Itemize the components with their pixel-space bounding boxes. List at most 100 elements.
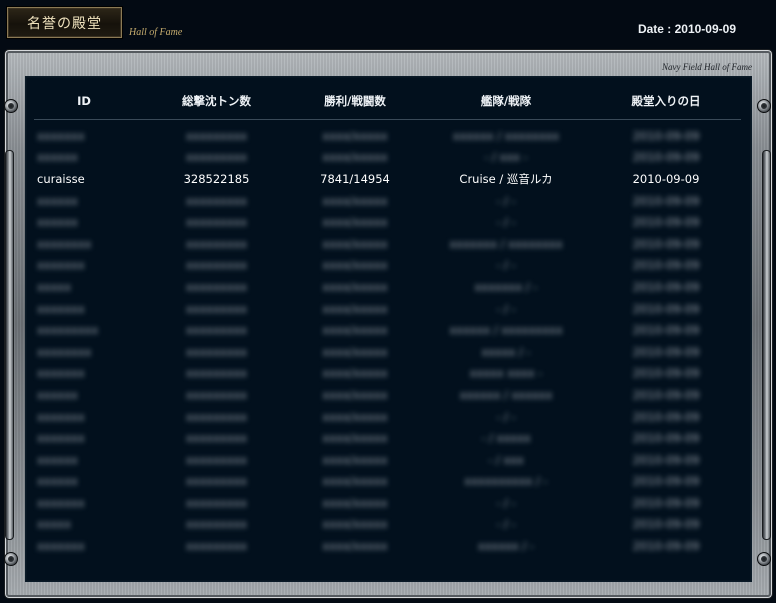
cell-id: xxxxxxx bbox=[37, 495, 85, 510]
cell-id: xxxxxxx bbox=[37, 301, 85, 316]
cell-wins: 7841/14954 bbox=[320, 171, 390, 186]
cell-fleet: xxxxx / - bbox=[481, 344, 531, 359]
column-header-date: 殿堂入りの日 bbox=[631, 94, 701, 108]
cell-tons: xxxxxxxxx bbox=[185, 323, 248, 338]
table-row: xxxxxx xxxxxxxxx xxxx/xxxxx - / -2010-09-09 bbox=[34, 211, 741, 233]
cell-wins: xxxx/xxxxx bbox=[322, 366, 388, 381]
cell-date: 2010-09-09 bbox=[632, 366, 700, 381]
table-row: xxxxxxx xxxxxxxxx xxxx/xxxxx - / -2010-09-0… bbox=[34, 298, 741, 320]
cell-fleet: xxxxxx / - bbox=[477, 539, 535, 554]
cell-wins: xxxx/xxxxx bbox=[322, 431, 388, 446]
cell-tons: xxxxxxxxx bbox=[185, 236, 248, 251]
cell-fleet: xxxxxx / xxxxxx bbox=[459, 387, 553, 402]
bolt-icon bbox=[757, 99, 771, 113]
cell-id: xxxxxxxxx bbox=[37, 323, 99, 338]
header-divider bbox=[34, 119, 741, 120]
table-row: xxxxxx xxxxxxxxx xxxx/xxxxx xxxxxx / xxxxxx… bbox=[34, 384, 741, 406]
cell-date: 2010-09-09 bbox=[632, 539, 700, 554]
cell-id: xxxxxx bbox=[37, 150, 78, 165]
cell-fleet: xxxxxxx / xxxxxxxx bbox=[449, 236, 563, 251]
cell-tons: xxxxxxxxx bbox=[185, 431, 248, 446]
subtitle: Hall of Fame bbox=[129, 27, 183, 38]
cell-tons: xxxxxxxxx bbox=[185, 215, 248, 230]
cell-wins: xxxx/xxxxx bbox=[322, 236, 388, 251]
table-row: xxxxxxx xxxxxxxxx xxxx/xxxxx - / xxxxx 2010-… bbox=[34, 427, 741, 449]
frame-caption: Navy Field Hall of Fame bbox=[662, 62, 752, 72]
cell-id: xxxxxx bbox=[37, 387, 78, 402]
table-row: xxxxxx xxxxxxxxx xxxx/xxxxx - / -2010-09-09 bbox=[34, 190, 741, 212]
table-row: curaisse 328522185 7841/14954 Cruise / 巡音ルカ… bbox=[34, 168, 741, 190]
table-row: xxxxxxx xxxxxxxxx xxxx/xxxxx xxxxxx / xxxxx… bbox=[34, 125, 741, 147]
date-label: Date : 2010-09-09 bbox=[637, 22, 736, 36]
table-row: xxxxxx xxxxxxxxx xxxx/xxxxx - / xxx 2010-09-… bbox=[34, 449, 741, 471]
table-row: xxxxxxxx xxxxxxxxx xxxx/xxxxx xxxxxxx / xxx… bbox=[34, 233, 741, 255]
cell-tons: xxxxxxxxx bbox=[185, 193, 248, 208]
cell-id: xxxxxx bbox=[37, 215, 78, 230]
cell-date: 2010-09-09 bbox=[632, 344, 700, 359]
cell-id: xxxxxxx bbox=[37, 258, 85, 273]
table-body: xxxxxxx xxxxxxxxx xxxx/xxxxx xxxxxx / xxxxx… bbox=[34, 125, 741, 557]
cell-id: xxxxxxx bbox=[37, 431, 85, 446]
table-row: xxxxxxx xxxxxxxxx xxxx/xxxxx - / -2010-09-0… bbox=[34, 406, 741, 428]
bolt-icon bbox=[4, 99, 18, 113]
cell-tons: xxxxxxxxx bbox=[185, 409, 248, 424]
table-row: xxxxxx xxxxxxxxx xxxx/xxxxx xxxxxxxxxx / -2… bbox=[34, 471, 741, 493]
table-row: xxxxxxx xxxxxxxxx xxxx/xxxxx xxxxx xxxx -20… bbox=[34, 363, 741, 385]
cell-id: xxxxxx bbox=[37, 452, 78, 467]
cell-fleet: xxxxx xxxx - bbox=[469, 366, 543, 381]
table-row: xxxxxxx xxxxxxxxx xxxx/xxxxx - / -2010-09-0… bbox=[34, 255, 741, 277]
hall-of-fame-window: 名誉の殿堂 Hall of Fame Date : 2010-09-09 Nav… bbox=[0, 0, 776, 603]
cell-fleet: - / - bbox=[496, 215, 516, 230]
cell-id: xxxxxxx bbox=[37, 409, 85, 424]
cell-wins: xxxx/xxxxx bbox=[322, 387, 388, 402]
cell-date: 2010-09-09 bbox=[632, 193, 700, 208]
cell-fleet: - / - bbox=[496, 495, 516, 510]
title-plate-text: 名誉の殿堂 bbox=[27, 15, 102, 32]
cell-id: xxxxx bbox=[37, 279, 72, 294]
cell-tons: xxxxxxxxx bbox=[185, 452, 248, 467]
cell-id: xxxxxx bbox=[37, 474, 78, 489]
cell-id: xxxxx bbox=[37, 517, 72, 532]
table-row: xxxxx xxxxxxxxx xxxx/xxxxx - / -2010-09-09 bbox=[34, 514, 741, 536]
cell-date: 2010-09-09 bbox=[632, 409, 700, 424]
cell-date: 2010-09-09 bbox=[632, 128, 700, 143]
cell-tons: xxxxxxxxx bbox=[185, 387, 248, 402]
cell-date: 2010-09-09 bbox=[632, 236, 700, 251]
cell-tons: xxxxxxxxx bbox=[185, 539, 248, 554]
cell-wins: xxxx/xxxxx bbox=[322, 344, 388, 359]
cell-id: xxxxxx bbox=[37, 193, 78, 208]
cell-date: 2010-09-09 bbox=[632, 431, 700, 446]
left-rail bbox=[5, 150, 14, 540]
cell-date: 2010-09-09 bbox=[632, 150, 700, 165]
cell-fleet: - / - bbox=[496, 301, 516, 316]
column-header-wins: 勝利/戦闘数 bbox=[324, 94, 386, 108]
cell-tons: xxxxxxxxx bbox=[185, 301, 248, 316]
cell-tons: xxxxxxxxx bbox=[185, 279, 248, 294]
cell-tons: xxxxxxxxx bbox=[185, 150, 248, 165]
cell-tons: 328522185 bbox=[183, 171, 250, 186]
cell-wins: xxxx/xxxxx bbox=[322, 474, 388, 489]
column-header-id: ID bbox=[77, 94, 91, 108]
cell-wins: xxxx/xxxxx bbox=[322, 215, 388, 230]
cell-date: 2010-09-09 bbox=[632, 474, 700, 489]
cell-id: xxxxxxx bbox=[37, 128, 85, 143]
table-row: xxxxxxx xxxxxxxxx xxxx/xxxxx - / -2010-09-0… bbox=[34, 492, 741, 514]
cell-fleet: xxxxxxxxxx / - bbox=[464, 474, 548, 489]
cell-tons: xxxxxxxxx bbox=[185, 258, 248, 273]
cell-wins: xxxx/xxxxx bbox=[322, 258, 388, 273]
cell-id: xxxxxxxx bbox=[37, 236, 92, 251]
cell-wins: xxxx/xxxxx bbox=[322, 279, 388, 294]
cell-fleet: - / - bbox=[496, 258, 516, 273]
title-plate: 名誉の殿堂 bbox=[7, 7, 122, 38]
cell-tons: xxxxxxxxx bbox=[185, 517, 248, 532]
cell-id: curaisse bbox=[37, 171, 85, 186]
cell-tons: xxxxxxxxx bbox=[185, 495, 248, 510]
column-header-fleet: 艦隊/戦隊 bbox=[480, 94, 532, 108]
cell-date: 2010-09-09 bbox=[632, 279, 700, 294]
table-header: ID 総撃沈トン数 勝利/戦闘数 艦隊/戦隊 殿堂入りの日 bbox=[34, 86, 741, 116]
cell-fleet: - / - bbox=[496, 409, 516, 424]
cell-tons: xxxxxxxxx bbox=[185, 128, 248, 143]
cell-date: 2010-09-09 bbox=[632, 517, 700, 532]
table-row: xxxxxxxx xxxxxxxxx xxxx/xxxxx xxxxx / -2010… bbox=[34, 341, 741, 363]
cell-date: 2010-09-09 bbox=[632, 323, 700, 338]
